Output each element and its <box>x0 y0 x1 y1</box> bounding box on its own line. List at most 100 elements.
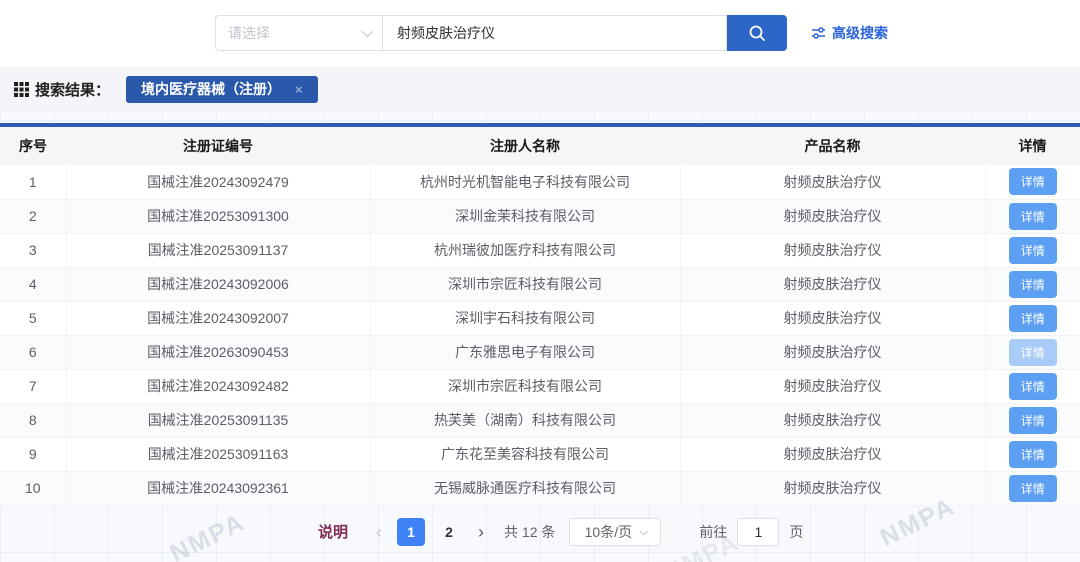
detail-cell: 详情 <box>985 199 1080 233</box>
header-detail: 详情 <box>985 127 1080 165</box>
results-label: 搜索结果： <box>35 79 110 100</box>
row-index: 2 <box>0 199 66 233</box>
registrant-name: 杭州时光机智能电子科技有限公司 <box>370 165 680 199</box>
table-header-row: 序号 注册证编号 注册人名称 产品名称 详情 <box>0 127 1080 165</box>
category-select[interactable]: 请选择 <box>215 15 383 51</box>
detail-button[interactable]: 详情 <box>1009 271 1057 298</box>
chevron-down-icon <box>362 26 373 37</box>
header-product-name: 产品名称 <box>680 127 985 165</box>
goto-page-input[interactable] <box>737 518 779 546</box>
table-row: 1国械注准20243092479杭州时光机智能电子科技有限公司射频皮肤治疗仪详情 <box>0 165 1080 199</box>
registration-number: 国械注准20253091300 <box>66 199 370 233</box>
search-button[interactable] <box>727 15 787 51</box>
goto-suffix: 页 <box>789 522 803 542</box>
search-input[interactable] <box>383 15 727 51</box>
table-row: 3国械注准20253091137杭州瑞彼加医疗科技有限公司射频皮肤治疗仪详情 <box>0 233 1080 267</box>
results-bar: 搜索结果： 境内医疗器械（注册） × <box>0 66 1080 112</box>
prev-page-button[interactable]: ‹ <box>366 519 392 545</box>
row-index: 10 <box>0 471 66 505</box>
page-button-2[interactable]: 2 <box>435 518 463 546</box>
page-size-value: 10条/页 <box>585 522 632 542</box>
registration-number: 国械注准20243092006 <box>66 267 370 301</box>
total-count: 共 12 条 <box>504 522 555 542</box>
detail-cell: 详情 <box>985 335 1080 369</box>
next-page-button[interactable]: › <box>468 519 494 545</box>
row-index: 5 <box>0 301 66 335</box>
row-index: 6 <box>0 335 66 369</box>
registrant-name: 广东雅思电子有限公司 <box>370 335 680 369</box>
detail-cell: 详情 <box>985 403 1080 437</box>
table-row: 9国械注准20253091163广东花至美容科技有限公司射频皮肤治疗仪详情 <box>0 437 1080 471</box>
category-select-placeholder: 请选择 <box>228 23 270 43</box>
registration-number: 国械注准20263090453 <box>66 335 370 369</box>
registration-number: 国械注准20243092361 <box>66 471 370 505</box>
detail-cell: 详情 <box>985 369 1080 403</box>
product-name: 射频皮肤治疗仪 <box>680 165 985 199</box>
goto-label: 前往 <box>699 522 727 542</box>
advanced-search-label: 高级搜索 <box>832 23 888 43</box>
filter-sliders-icon <box>811 26 826 40</box>
registrant-name: 深圳市宗匠科技有限公司 <box>370 369 680 403</box>
detail-cell: 详情 <box>985 301 1080 335</box>
search-bar: 请选择 高级搜索 <box>0 0 1080 66</box>
registrant-name: 广东花至美容科技有限公司 <box>370 437 680 471</box>
table-row: 2国械注准20253091300深圳金茉科技有限公司射频皮肤治疗仪详情 <box>0 199 1080 233</box>
detail-button[interactable]: 详情 <box>1009 407 1057 434</box>
registrant-name: 无锡威脉通医疗科技有限公司 <box>370 471 680 505</box>
registrant-name: 深圳市宗匠科技有限公司 <box>370 267 680 301</box>
registrant-name: 杭州瑞彼加医疗科技有限公司 <box>370 233 680 267</box>
detail-button[interactable]: 详情 <box>1009 373 1057 400</box>
row-index: 8 <box>0 403 66 437</box>
results-table: 序号 注册证编号 注册人名称 产品名称 详情 1国械注准20243092479杭… <box>0 127 1080 506</box>
detail-cell: 详情 <box>985 471 1080 505</box>
header-index: 序号 <box>0 127 66 165</box>
detail-button[interactable]: 详情 <box>1009 237 1057 264</box>
table-row: 4国械注准20243092006深圳市宗匠科技有限公司射频皮肤治疗仪详情 <box>0 267 1080 301</box>
detail-button[interactable]: 详情 <box>1009 475 1057 502</box>
product-name: 射频皮肤治疗仪 <box>680 403 985 437</box>
page-size-select[interactable]: 10条/页 <box>569 518 661 546</box>
product-name: 射频皮肤治疗仪 <box>680 233 985 267</box>
registrant-name: 深圳宇石科技有限公司 <box>370 301 680 335</box>
product-name: 射频皮肤治疗仪 <box>680 471 985 505</box>
registration-number: 国械注准20253091135 <box>66 403 370 437</box>
product-name: 射频皮肤治疗仪 <box>680 437 985 471</box>
result-filter-tag-label: 境内医疗器械（注册） <box>141 79 281 99</box>
table-row: 8国械注准20253091135热芙美（湖南）科技有限公司射频皮肤治疗仪详情 <box>0 403 1080 437</box>
table-row: 5国械注准20243092007深圳宇石科技有限公司射频皮肤治疗仪详情 <box>0 301 1080 335</box>
registrant-name: 热芙美（湖南）科技有限公司 <box>370 403 680 437</box>
header-registrant-name: 注册人名称 <box>370 127 680 165</box>
search-icon <box>747 23 767 43</box>
advanced-search-link[interactable]: 高级搜索 <box>811 23 888 43</box>
result-filter-tag[interactable]: 境内医疗器械（注册） × <box>126 76 318 103</box>
note-link[interactable]: 说明 <box>318 521 348 542</box>
row-index: 7 <box>0 369 66 403</box>
registrant-name: 深圳金茉科技有限公司 <box>370 199 680 233</box>
detail-cell: 详情 <box>985 165 1080 199</box>
detail-button[interactable]: 详情 <box>1009 168 1057 195</box>
header-registration-number: 注册证编号 <box>66 127 370 165</box>
detail-button[interactable]: 详情 <box>1009 339 1057 366</box>
spacer <box>0 112 1080 123</box>
detail-button[interactable]: 详情 <box>1009 441 1057 468</box>
chevron-down-icon <box>640 527 648 535</box>
detail-cell: 详情 <box>985 437 1080 471</box>
close-icon[interactable]: × <box>295 82 303 97</box>
registration-number: 国械注准20243092479 <box>66 165 370 199</box>
registration-number: 国械注准20243092007 <box>66 301 370 335</box>
registration-number: 国械注准20243092482 <box>66 369 370 403</box>
row-index: 4 <box>0 267 66 301</box>
registration-number: 国械注准20253091163 <box>66 437 370 471</box>
table-row: 7国械注准20243092482深圳市宗匠科技有限公司射频皮肤治疗仪详情 <box>0 369 1080 403</box>
product-name: 射频皮肤治疗仪 <box>680 335 985 369</box>
grid-icon <box>14 82 29 97</box>
pagination: 说明 ‹ 1 2 › 共 12 条 10条/页 前往 页 <box>318 518 1080 546</box>
detail-cell: 详情 <box>985 267 1080 301</box>
detail-button[interactable]: 详情 <box>1009 305 1057 332</box>
detail-button[interactable]: 详情 <box>1009 203 1057 230</box>
page-button-1[interactable]: 1 <box>397 518 425 546</box>
registration-number: 国械注准20253091137 <box>66 233 370 267</box>
table-body: 1国械注准20243092479杭州时光机智能电子科技有限公司射频皮肤治疗仪详情… <box>0 165 1080 505</box>
results-region: 搜索结果： 境内医疗器械（注册） × 序号 注册证编号 注册人名称 产品名称 详… <box>0 66 1080 562</box>
table-row: 6国械注准20263090453广东雅思电子有限公司射频皮肤治疗仪详情 <box>0 335 1080 369</box>
